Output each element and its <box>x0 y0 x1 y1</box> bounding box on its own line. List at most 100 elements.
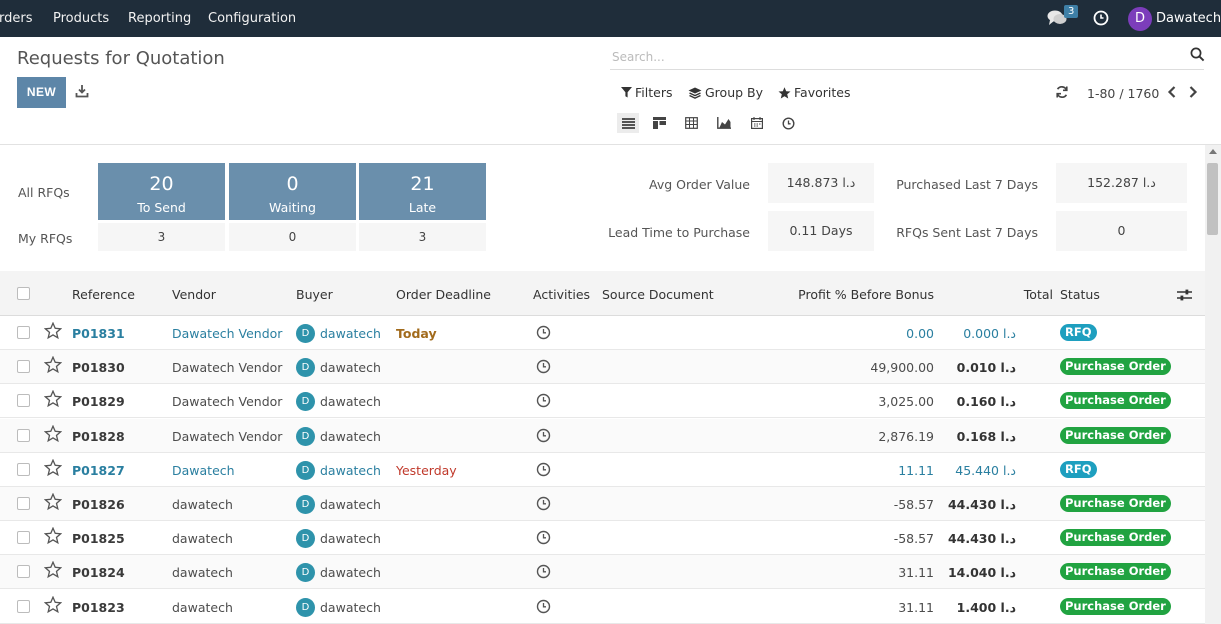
chevron-left-icon[interactable] <box>1165 84 1179 100</box>
list-view-button[interactable] <box>617 113 639 133</box>
star-icon[interactable] <box>44 322 62 340</box>
clock-icon[interactable] <box>536 462 551 477</box>
kpi-to-send[interactable]: 20 To Send <box>98 163 225 220</box>
star-icon[interactable] <box>44 595 62 614</box>
buyer-cell[interactable]: dawatech <box>320 600 381 615</box>
vendor-cell[interactable]: Dawatech Vendor <box>172 326 282 341</box>
pager-value[interactable]: 1-80 / 1760 <box>1087 86 1159 101</box>
row-checkbox[interactable] <box>17 394 30 408</box>
activity-view-button[interactable] <box>777 113 799 133</box>
vendor-cell[interactable]: Dawatech <box>172 463 235 478</box>
buyer-cell[interactable]: dawatech <box>320 531 381 546</box>
clock-icon[interactable] <box>536 599 551 614</box>
clock-icon[interactable] <box>536 325 551 340</box>
vendor-cell[interactable]: dawatech <box>172 600 233 615</box>
reference-cell[interactable]: P01830 <box>72 360 125 375</box>
graph-view-button[interactable] <box>713 113 735 133</box>
star-icon[interactable] <box>44 424 62 443</box>
select-all-checkbox[interactable] <box>17 287 30 300</box>
clock-icon[interactable] <box>536 428 551 443</box>
menu-orders[interactable]: rders <box>0 11 32 26</box>
column-profit[interactable]: Profit % Before Bonus <box>798 287 934 302</box>
table-row[interactable]: P01825 dawatech Ddawatech -58.57 44.430 د.ا P… <box>0 521 1205 556</box>
new-button[interactable]: NEW <box>17 77 66 108</box>
reference-cell[interactable]: P01827 <box>72 463 125 478</box>
pivot-view-button[interactable] <box>680 113 702 133</box>
buyer-cell[interactable]: dawatech <box>320 326 381 341</box>
search-input[interactable] <box>612 47 1172 67</box>
star-icon[interactable] <box>44 561 62 579</box>
search-icon[interactable] <box>1190 47 1205 62</box>
star-icon[interactable] <box>44 458 62 477</box>
vendor-cell[interactable]: Dawatech Vendor <box>172 360 282 375</box>
column-vendor[interactable]: Vendor <box>172 287 216 302</box>
clock-icon[interactable] <box>536 393 551 408</box>
row-checkbox[interactable] <box>17 360 30 374</box>
clock-icon[interactable] <box>536 564 551 579</box>
reference-cell[interactable]: P01831 <box>72 326 125 341</box>
reference-cell[interactable]: P01826 <box>72 497 125 512</box>
star-icon[interactable] <box>44 390 62 408</box>
table-row[interactable]: P01830 Dawatech Vendor Ddawatech 49,900.00 0… <box>0 350 1205 385</box>
menu-products[interactable]: Products <box>53 11 109 26</box>
row-checkbox[interactable] <box>17 531 30 545</box>
kanban-view-button[interactable] <box>648 113 670 133</box>
vendor-cell[interactable]: Dawatech Vendor <box>172 394 282 409</box>
download-icon[interactable] <box>75 84 89 98</box>
user-menu[interactable]: Dawatech <box>1156 11 1221 26</box>
scroll-up-arrow[interactable] <box>1209 149 1217 154</box>
chevron-right-icon[interactable] <box>1186 84 1200 100</box>
user-avatar[interactable]: D <box>1128 7 1152 31</box>
filters-button[interactable]: Filters <box>621 85 672 100</box>
my-late[interactable]: 3 <box>359 223 486 251</box>
star-icon[interactable] <box>44 493 62 511</box>
reference-cell[interactable]: P01823 <box>72 600 125 615</box>
buyer-cell[interactable]: dawatech <box>320 463 381 478</box>
table-row[interactable]: P01828 Dawatech Vendor Ddawatech 2,876.19 0.… <box>0 418 1205 453</box>
row-checkbox[interactable] <box>17 565 30 579</box>
row-checkbox[interactable] <box>17 326 30 339</box>
reference-cell[interactable]: P01824 <box>72 565 125 580</box>
vendor-cell[interactable]: dawatech <box>172 565 233 580</box>
table-row[interactable]: P01829 Dawatech Vendor Ddawatech 3,025.00 0.… <box>0 384 1205 419</box>
kpi-waiting[interactable]: 0 Waiting <box>229 163 356 220</box>
table-row[interactable]: P01824 dawatech Ddawatech 31.11 14.040 د.ا Pu… <box>0 555 1205 590</box>
table-row[interactable]: P01823 dawatech Ddawatech 31.11 1.400 د.ا Pur… <box>0 590 1205 624</box>
scrollbar-thumb[interactable] <box>1207 163 1218 235</box>
column-reference[interactable]: Reference <box>72 287 135 302</box>
column-status[interactable]: Status <box>1060 287 1100 302</box>
group-by-button[interactable]: Group By <box>688 85 763 100</box>
column-total[interactable]: Total <box>1024 287 1053 302</box>
table-row[interactable]: P01826 dawatech Ddawatech -58.57 44.430 د.ا P… <box>0 487 1205 521</box>
row-checkbox[interactable] <box>17 497 30 510</box>
refresh-icon[interactable] <box>1055 85 1069 99</box>
table-row[interactable]: P01831 Dawatech Vendor Ddawatech Today 0.00 0… <box>0 316 1205 350</box>
clock-icon[interactable] <box>536 359 551 374</box>
row-checkbox[interactable] <box>17 599 30 613</box>
my-waiting[interactable]: 0 <box>229 223 356 251</box>
menu-configuration[interactable]: Configuration <box>208 11 296 26</box>
optional-columns-icon[interactable] <box>1177 288 1192 302</box>
vendor-cell[interactable]: dawatech <box>172 531 233 546</box>
reference-cell[interactable]: P01828 <box>72 429 125 444</box>
column-activities[interactable]: Activities <box>533 287 590 302</box>
kpi-late[interactable]: 21 Late <box>359 163 486 220</box>
clock-icon[interactable] <box>1093 10 1109 26</box>
my-to-send[interactable]: 3 <box>98 223 225 251</box>
star-icon[interactable] <box>44 527 62 545</box>
star-icon[interactable] <box>44 356 62 374</box>
buyer-cell[interactable]: dawatech <box>320 565 381 580</box>
vendor-cell[interactable]: Dawatech Vendor <box>172 429 282 444</box>
column-source-document[interactable]: Source Document <box>602 287 714 302</box>
vendor-cell[interactable]: dawatech <box>172 497 233 512</box>
menu-reporting[interactable]: Reporting <box>128 11 191 26</box>
column-buyer[interactable]: Buyer <box>296 287 333 302</box>
buyer-cell[interactable]: dawatech <box>320 429 381 444</box>
buyer-cell[interactable]: dawatech <box>320 394 381 409</box>
buyer-cell[interactable]: dawatech <box>320 360 381 375</box>
row-checkbox[interactable] <box>17 462 30 476</box>
clock-icon[interactable] <box>536 530 551 545</box>
buyer-cell[interactable]: dawatech <box>320 497 381 512</box>
clock-icon[interactable] <box>536 496 551 511</box>
reference-cell[interactable]: P01829 <box>72 394 125 409</box>
